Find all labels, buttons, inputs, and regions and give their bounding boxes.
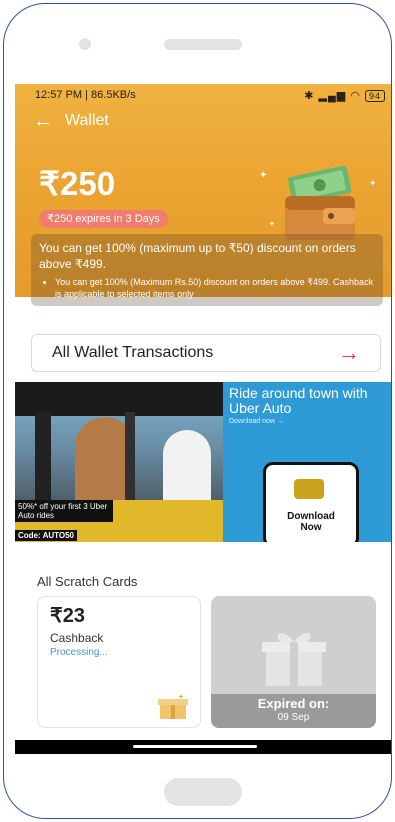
cashback-status: Processing... (50, 647, 108, 658)
phone-mockup: Download Now (263, 462, 359, 542)
speaker-grille (164, 39, 242, 50)
download-now-cta[interactable]: Download Now (278, 511, 344, 533)
signal-icon: ▂▄▆ (318, 89, 347, 102)
bluetooth-icon: ✱ (304, 89, 315, 102)
banner-subtext: Download now → (229, 418, 284, 425)
svg-text:✦: ✦ (369, 178, 377, 188)
offer-main-text: You can get 100% (maximum up to ₹50) dis… (39, 241, 356, 271)
status-left: 12:57 PM | 86.5KB/s (35, 89, 136, 101)
expired-band: Expired on: 09 Sep (211, 694, 376, 728)
wallet-illustration-icon: ✦ ✦ ✦ (259, 165, 377, 240)
expired-label: Expired on: (257, 696, 330, 711)
scratch-cards-title: All Scratch Cards (37, 574, 138, 589)
banner-text-panel: Ride around town with Uber Auto Download… (223, 382, 391, 542)
status-bar: 12:57 PM | 86.5KB/s ✱ ▂▄▆ ◠ 94 (35, 86, 385, 104)
app-screen: 12:57 PM | 86.5KB/s ✱ ▂▄▆ ◠ 94 ← Wallet … (15, 84, 391, 754)
banner-photo: 50%* off your first 3 Uber Auto rides Co… (15, 382, 223, 542)
home-indicator[interactable] (133, 745, 257, 748)
offer-details-list: You can get 100% (Maximum Rs.50) discoun… (39, 276, 375, 300)
offer-detail-item: You can get 100% (Maximum Rs.50) discoun… (55, 276, 375, 300)
cashback-label: Cashback (50, 631, 104, 645)
banner-headline: Ride around town with Uber Auto (229, 385, 368, 416)
gift-box-icon (262, 632, 326, 686)
auto-roof (15, 382, 223, 416)
transactions-label: All Wallet Transactions (52, 344, 214, 361)
wallet-balance: ₹250 (39, 165, 116, 202)
back-arrow-icon[interactable]: ← (33, 111, 53, 131)
cashback-amount: ₹23 (50, 605, 85, 627)
all-wallet-transactions-button[interactable]: All Wallet Transactions → (31, 334, 381, 372)
svg-text:✦: ✦ (259, 170, 267, 181)
offer-info-box: You can get 100% (maximum up to ₹50) dis… (31, 234, 383, 306)
page-title: Wallet (65, 112, 109, 129)
nav-bar: ← Wallet (33, 110, 109, 132)
promo-text: 50%* off your first 3 Uber Auto rides (15, 500, 113, 522)
gift-icon: ✦ (158, 693, 188, 719)
wallet-header: 12:57 PM | 86.5KB/s ✱ ▂▄▆ ◠ 94 ← Wallet … (15, 84, 391, 306)
auto-rickshaw-icon (294, 479, 324, 499)
uber-auto-banner[interactable]: 50%* off your first 3 Uber Auto rides Co… (15, 382, 391, 542)
battery-icon: 94 (364, 89, 385, 102)
wifi-icon: ◠ (350, 89, 361, 102)
svg-text:✦: ✦ (178, 693, 184, 701)
svg-text:✦: ✦ (269, 220, 275, 228)
camera-icon (79, 38, 91, 50)
status-right: ✱ ▂▄▆ ◠ 94 (304, 89, 385, 102)
arrow-right-icon: → (338, 340, 360, 365)
scratch-card-cashback[interactable]: ₹23 Cashback Processing... ✦ (37, 596, 201, 728)
scratch-card-expired: Expired on: 09 Sep (211, 596, 376, 728)
expiry-badge: ₹250 expires in 3 Days (39, 210, 168, 228)
system-nav-bar (15, 740, 391, 754)
home-button[interactable] (164, 778, 242, 806)
phone-frame: 12:57 PM | 86.5KB/s ✱ ▂▄▆ ◠ 94 ← Wallet … (3, 3, 392, 819)
promo-code: Code: AUTO50 (15, 530, 78, 541)
expired-date: 09 Sep (277, 712, 310, 723)
